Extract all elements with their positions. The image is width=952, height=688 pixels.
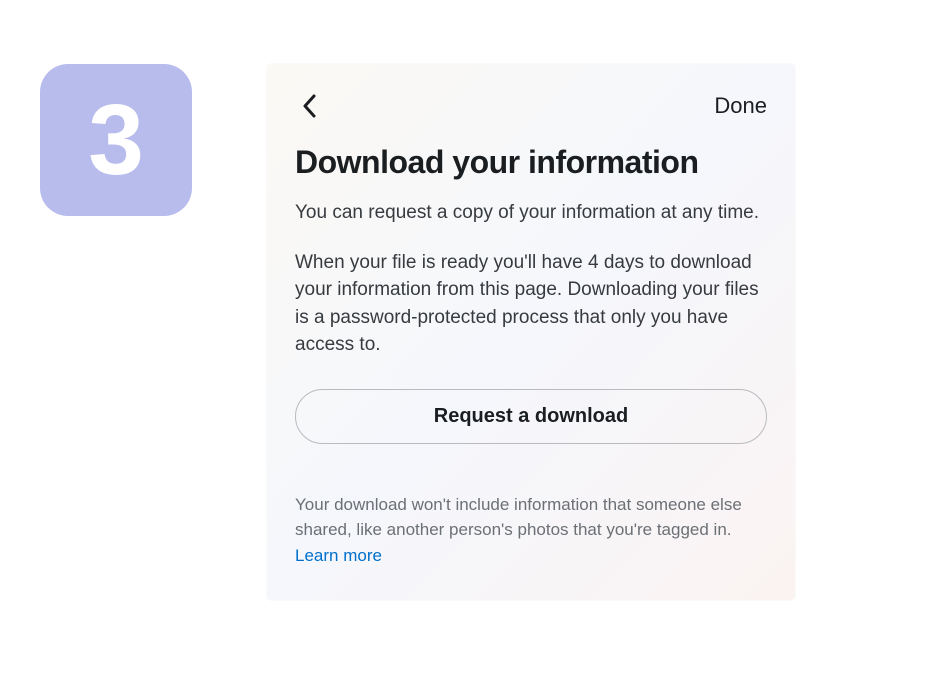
learn-more-link[interactable]: Learn more [295, 546, 382, 565]
step-number: 3 [88, 90, 144, 190]
panel-header: Done [295, 92, 767, 120]
step-badge: 3 [40, 64, 192, 216]
chevron-left-icon [302, 94, 316, 118]
request-download-button[interactable]: Request a download [295, 389, 767, 444]
description-primary: You can request a copy of your informati… [295, 199, 767, 227]
done-button[interactable]: Done [714, 93, 767, 119]
disclaimer-text: Your download won't include information … [295, 495, 742, 540]
description-secondary: When your file is ready you'll have 4 da… [295, 249, 767, 359]
disclaimer: Your download won't include information … [295, 492, 767, 569]
download-info-panel: Done Download your information You can r… [267, 64, 795, 600]
back-button[interactable] [295, 92, 323, 120]
page-title: Download your information [295, 144, 767, 181]
